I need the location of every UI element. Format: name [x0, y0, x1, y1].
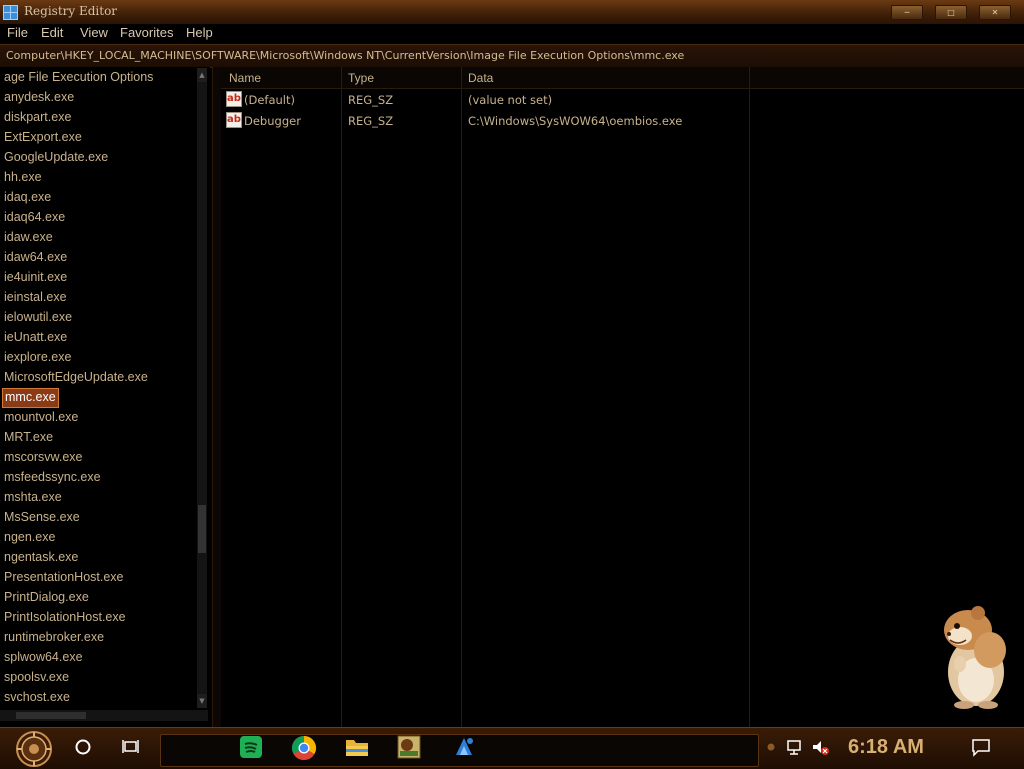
menu-edit[interactable]: Edit [41, 25, 63, 40]
tree-item[interactable]: svchost.exe [4, 688, 70, 706]
tree-item[interactable]: ieinstal.exe [4, 288, 67, 306]
registry-editor-icon [3, 5, 18, 20]
game-icon[interactable] [397, 735, 421, 759]
string-value-icon: ab [226, 112, 242, 128]
tree-item[interactable]: PrintDialog.exe [4, 588, 89, 606]
column-divider[interactable] [749, 67, 750, 727]
action-center-icon[interactable] [972, 739, 990, 757]
column-type[interactable]: Type [348, 71, 374, 85]
tree-item[interactable]: GoogleUpdate.exe [4, 148, 108, 166]
close-button[interactable]: ✕ [979, 5, 1011, 20]
value-type: REG_SZ [348, 114, 394, 128]
tree-item[interactable]: iexplore.exe [4, 348, 71, 366]
tree-item[interactable]: hh.exe [4, 168, 42, 186]
tree-item[interactable]: ngen.exe [4, 528, 55, 546]
value-type: REG_SZ [348, 93, 394, 107]
value-row-debugger[interactable]: ab Debugger REG_SZ C:\Windows\SysWOW64\o… [221, 110, 751, 131]
menu-file[interactable]: File [7, 25, 28, 40]
menu-view[interactable]: View [80, 25, 108, 40]
maximize-button[interactable]: □ [935, 5, 967, 20]
tree-item[interactable]: runtimebroker.exe [4, 628, 104, 646]
tree-item[interactable]: MRT.exe [4, 428, 53, 446]
address-bar[interactable]: Computer\HKEY_LOCAL_MACHINE\SOFTWARE\Mic… [0, 44, 1024, 68]
tree-item[interactable]: splwow64.exe [4, 648, 83, 666]
minimize-button[interactable]: ─ [891, 5, 923, 20]
task-view-icon[interactable] [121, 737, 141, 757]
scroll-up-icon[interactable]: ▲ [197, 68, 207, 82]
value-data: C:\Windows\SysWOW64\oembios.exe [468, 114, 683, 128]
tree-item[interactable]: diskpart.exe [4, 108, 71, 126]
tree-item[interactable]: idaq.exe [4, 188, 51, 206]
tree-item[interactable]: PrintIsolationHost.exe [4, 608, 126, 626]
value-data: (value not set) [468, 93, 553, 107]
tree-item[interactable]: anydesk.exe [4, 88, 74, 106]
string-value-icon: ab [226, 91, 242, 107]
column-name[interactable]: Name [229, 71, 261, 85]
tree-vertical-scrollbar[interactable]: ▲ ▼ [197, 68, 207, 708]
column-divider[interactable] [341, 67, 342, 727]
tree-item[interactable]: idaw.exe [4, 228, 53, 246]
tree-item[interactable]: ielowutil.exe [4, 308, 72, 326]
show-hidden-icons-icon[interactable] [766, 741, 776, 753]
address-path[interactable]: Computer\HKEY_LOCAL_MACHINE\SOFTWARE\Mic… [6, 49, 684, 62]
tree-item[interactable]: ngentask.exe [4, 548, 78, 566]
pane-splitter[interactable] [212, 67, 221, 727]
menu-favorites[interactable]: Favorites [120, 25, 173, 40]
menu-help[interactable]: Help [186, 25, 213, 40]
tree-item[interactable]: PresentationHost.exe [4, 568, 124, 586]
title-bar: Registry Editor ─ □ ✕ [0, 0, 1024, 25]
hscroll-thumb[interactable] [16, 712, 86, 719]
tree-item[interactable]: ie4uinit.exe [4, 268, 67, 286]
tree-item[interactable]: idaw64.exe [4, 248, 67, 266]
tree-item[interactable]: msfeedssync.exe [4, 468, 101, 486]
tree-horizontal-scrollbar[interactable] [0, 710, 208, 721]
network-icon[interactable] [787, 740, 805, 756]
tree-item[interactable]: mountvol.exe [4, 408, 78, 426]
values-list: Name Type Data ab (Default) REG_SZ (valu… [221, 67, 1024, 727]
tree-item[interactable]: ieUnatt.exe [4, 328, 67, 346]
file-explorer-icon[interactable] [345, 736, 369, 758]
taskbar-clock[interactable]: 6:18 AM [848, 736, 924, 759]
spotify-icon[interactable] [239, 735, 263, 759]
column-divider[interactable] [461, 67, 462, 727]
cortana-circle-icon[interactable] [74, 737, 92, 757]
value-row-default[interactable]: ab (Default) REG_SZ (value not set) [221, 89, 751, 110]
menu-bar: File Edit View Favorites Help [0, 24, 1024, 43]
chrome-icon[interactable] [291, 735, 317, 761]
column-data[interactable]: Data [468, 71, 493, 85]
value-name: Debugger [244, 114, 301, 128]
tree-item[interactable]: idaq64.exe [4, 208, 65, 226]
tree-item[interactable]: MsSense.exe [4, 508, 80, 526]
scroll-down-icon[interactable]: ▼ [197, 694, 207, 708]
tree-item[interactable]: spoolsv.exe [4, 668, 69, 686]
taskbar: 6:18 AM [0, 727, 1024, 769]
tree-item[interactable]: mscorsvw.exe [4, 448, 83, 466]
tree-item[interactable]: age File Execution Options [4, 68, 153, 86]
volume-muted-icon[interactable] [812, 740, 830, 756]
scroll-thumb[interactable] [198, 505, 206, 553]
tree-item[interactable]: ExtExport.exe [4, 128, 82, 146]
hamster-mascot-icon [944, 606, 1006, 709]
key-tree: age File Execution Options anydesk.exe dis… [0, 67, 210, 727]
tree-item[interactable]: mmc.exe [2, 388, 59, 408]
window-title: Registry Editor [24, 4, 118, 18]
tree-item[interactable]: MicrosoftEdgeUpdate.exe [4, 368, 148, 386]
start-orb-icon[interactable] [10, 729, 58, 769]
value-name: (Default) [244, 93, 295, 107]
tree-item[interactable]: mshta.exe [4, 488, 62, 506]
app-blue-icon[interactable] [452, 735, 476, 759]
